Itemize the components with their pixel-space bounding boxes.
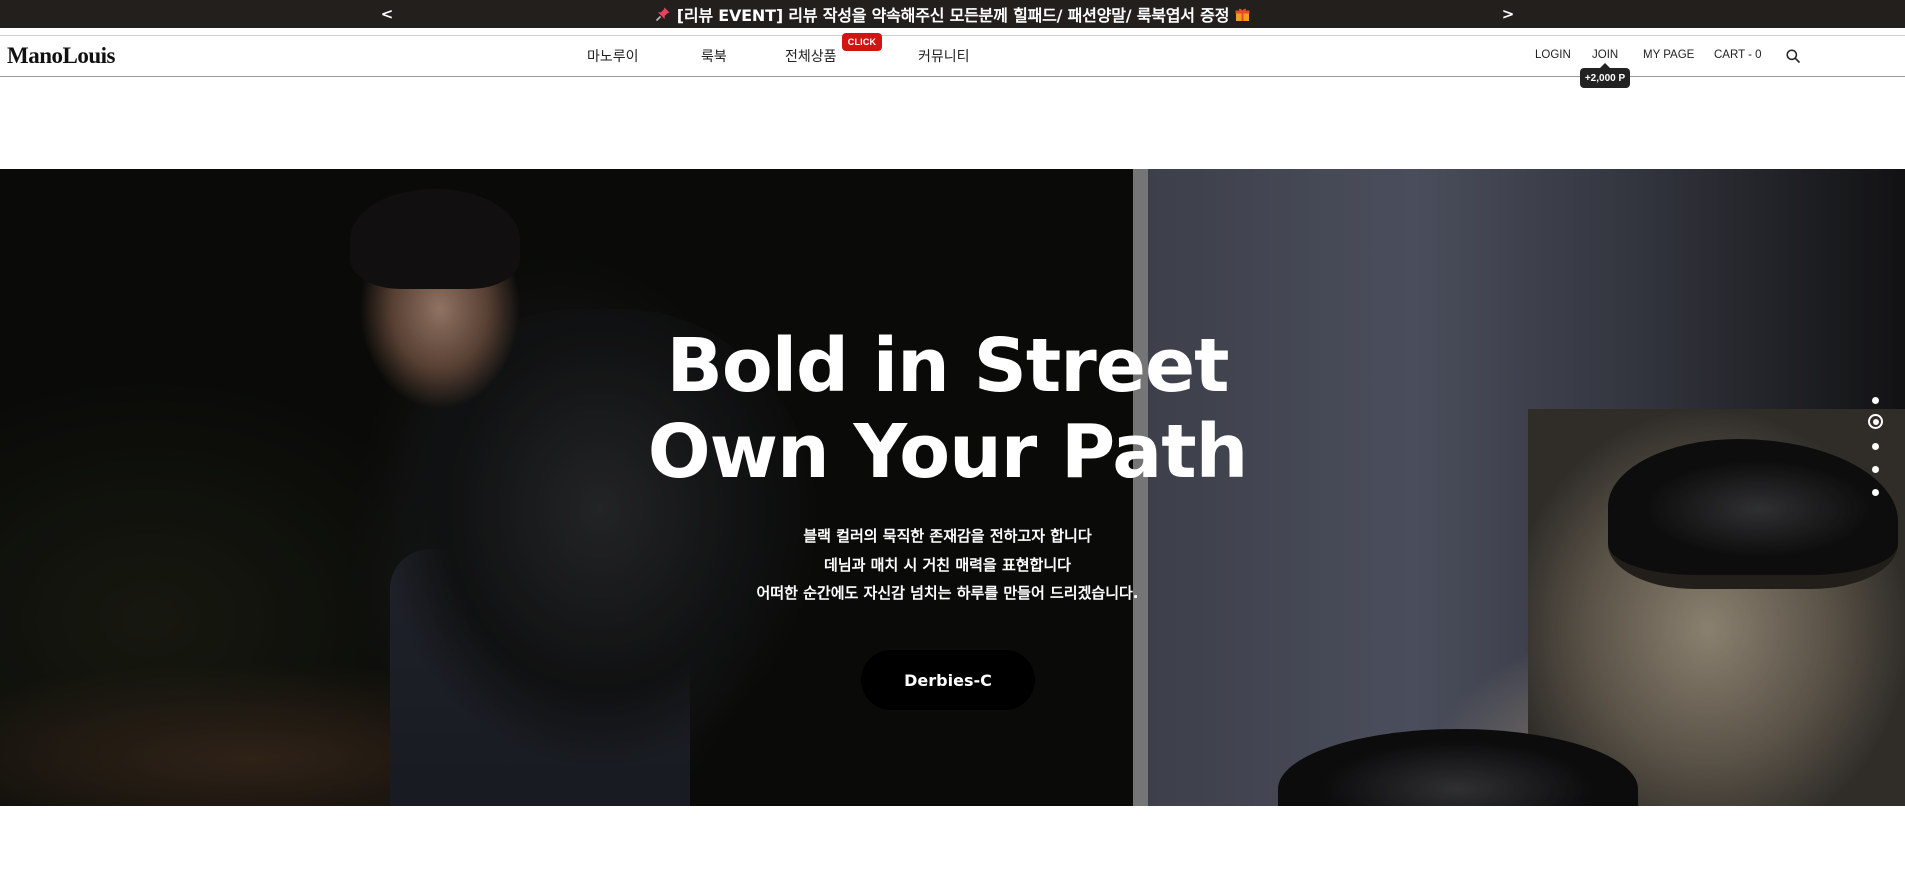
announcement-message[interactable]: [리뷰 EVENT] 리뷰 작성을 약속해주신 모든분께 힐패드/ 패션양말/ …	[655, 2, 1250, 26]
search-icon[interactable]	[1785, 48, 1801, 64]
hero-banner[interactable]: Bold in Street Own Your Path 블랙 컬러의 묵직한 …	[0, 169, 1905, 806]
click-badge: CLICK	[842, 33, 882, 51]
gift-icon	[1235, 7, 1250, 22]
slide-dot-4[interactable]	[1872, 466, 1879, 473]
join-link[interactable]: JOIN	[1592, 49, 1618, 61]
mypage-link[interactable]: MY PAGE	[1643, 49, 1694, 61]
nav-item-community[interactable]: 커뮤니티	[918, 46, 970, 66]
hero-title-line1: Bold in Street	[666, 323, 1229, 409]
announcement-bar: < [리뷰 EVENT] 리뷰 작성을 약속해주신 모든분께 힐패드/ 패션양말…	[0, 0, 1905, 28]
hero-subtitle-line1: 블랙 컬러의 묵직한 존재감을 전하고자 합니다	[803, 527, 1092, 545]
slide-dot-5[interactable]	[1872, 489, 1879, 496]
nav-item-lookbook[interactable]: 룩북	[701, 46, 727, 66]
hero-title-line2: Own Your Path	[647, 409, 1249, 495]
cart-link[interactable]: CART - 0	[1714, 49, 1762, 61]
join-point-tooltip: +2,000 P	[1580, 63, 1630, 88]
slide-dot-1[interactable]	[1872, 397, 1879, 404]
nav-item-all-products[interactable]: 전체상품	[785, 46, 837, 66]
announcement-next-button[interactable]: >	[1496, 0, 1520, 28]
announcement-text: [리뷰 EVENT] 리뷰 작성을 약속해주신 모든분께 힐패드/ 패션양말/ …	[676, 6, 1230, 25]
login-link[interactable]: LOGIN	[1535, 49, 1571, 61]
announcement-prev-button[interactable]: <	[375, 0, 399, 28]
slide-dot-2-active[interactable]	[1868, 414, 1883, 429]
hero-cta-button[interactable]: Derbies-C	[861, 650, 1035, 710]
pushpin-icon	[655, 6, 671, 22]
site-logo[interactable]: ManoLouis	[7, 43, 115, 69]
slide-dot-3[interactable]	[1872, 443, 1879, 450]
hero-subtitle-line2: 데님과 매치 시 거친 매력을 표현합니다	[824, 556, 1071, 574]
hero-subtitle-line3: 어떠한 순간에도 자신감 넘치는 하루를 만들어 드리겠습니다.	[756, 584, 1139, 602]
nav-item-manolouis[interactable]: 마노루이	[587, 46, 639, 66]
